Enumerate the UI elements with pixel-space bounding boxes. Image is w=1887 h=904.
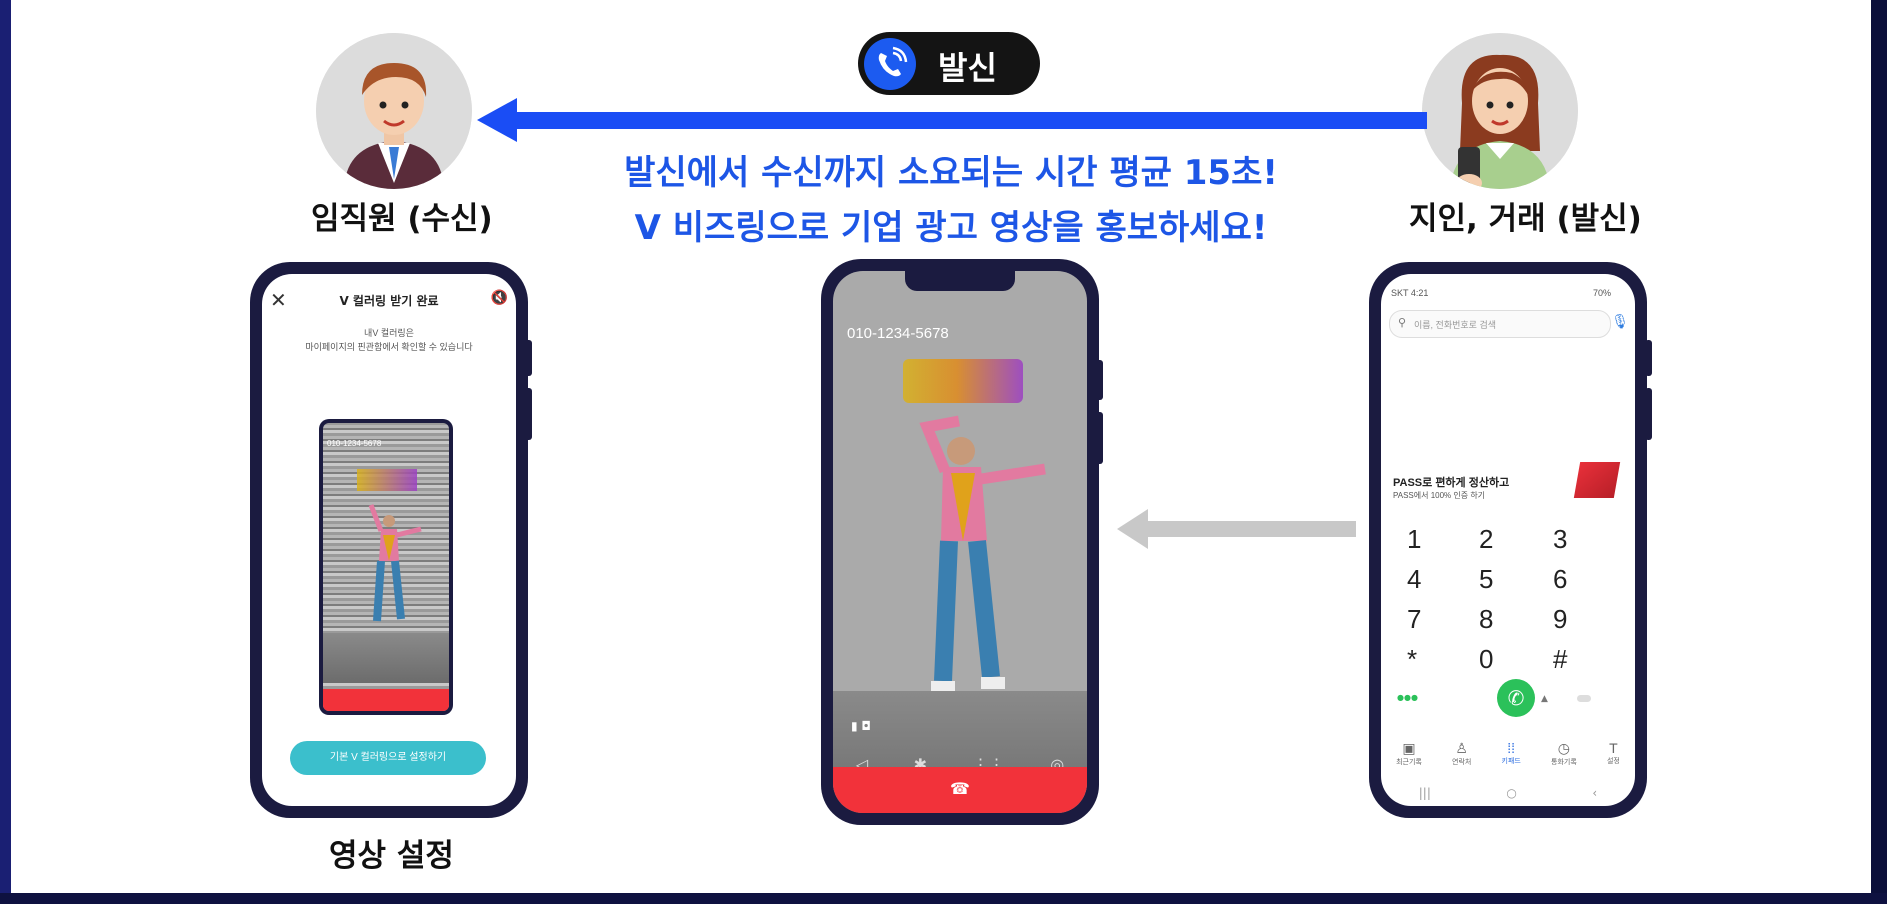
inner-floor xyxy=(323,633,449,683)
bottom-frame-edge xyxy=(0,893,1887,904)
keypad-key[interactable]: 0 xyxy=(1479,644,1493,675)
tab-label: 최근기록 xyxy=(1396,759,1422,766)
caller-label: 지인, 거래 (발신) xyxy=(1409,201,1642,237)
keypad-key[interactable]: * xyxy=(1407,644,1417,675)
tab-icon: ▣ xyxy=(1402,740,1416,756)
home-icon[interactable]: ○ xyxy=(1506,786,1516,800)
incoming-number: 010-1234-5678 xyxy=(847,325,949,342)
keypad-key[interactable]: 3 xyxy=(1553,524,1567,555)
keypad-key[interactable]: 6 xyxy=(1553,564,1567,595)
status-battery: 70% xyxy=(1592,288,1611,298)
keypad-key[interactable]: 5 xyxy=(1479,564,1493,595)
right-frame-edge xyxy=(1871,0,1887,904)
right-phone-screen: SKT 4:21 70% ⚲ 이름, 전화번호로 검색 🎙 PASS로 편하게 … xyxy=(1381,274,1635,806)
tab-label: 통화기록 xyxy=(1551,759,1577,766)
tab-icon: ♙ xyxy=(1455,740,1468,756)
woman-avatar-icon xyxy=(1422,33,1578,189)
right-phone: SKT 4:21 70% ⚲ 이름, 전화번호로 검색 🎙 PASS로 편하게 … xyxy=(1369,262,1647,818)
tab-item[interactable]: T 설정 xyxy=(1607,740,1620,780)
dancer-figure xyxy=(368,504,422,622)
inner-number: 010-1234-5678 xyxy=(327,439,382,448)
recent-apps-icon[interactable]: ||| xyxy=(1419,786,1431,800)
tab-icon: ⁞⁞ xyxy=(1507,740,1516,756)
phone-notch xyxy=(905,271,1015,291)
chevron-up-icon[interactable]: ▲ xyxy=(1541,694,1548,704)
inner-end-call-bar xyxy=(323,689,449,711)
keypad-key[interactable]: 4 xyxy=(1407,564,1421,595)
tab-item[interactable]: ◷ 통화기록 xyxy=(1551,740,1577,780)
outgoing-call-badge: 발신 xyxy=(858,32,1040,95)
tab-item[interactable]: ⁞⁞ 키패드 xyxy=(1502,740,1521,780)
keypad-key[interactable]: 2 xyxy=(1479,524,1493,555)
tab-icon: ◷ xyxy=(1557,740,1570,756)
tab-item[interactable]: ♙ 연락처 xyxy=(1452,740,1471,780)
phone-call-icon xyxy=(864,38,916,90)
call-direction-arrow xyxy=(477,98,1427,142)
graffiti-art xyxy=(903,359,1023,403)
set-default-vring-button[interactable]: 기본 V 컬러링으로 설정하기 xyxy=(290,741,486,775)
banner-subtitle: PASS에서 100% 인증 하기 xyxy=(1393,491,1486,500)
tab-label: 설정 xyxy=(1606,758,1620,765)
canvas: 임직원 (수신) 지인, 거래 (발신) 발신 발신에서 수신까지 소요되는 시… xyxy=(0,0,1887,904)
tab-label: 연락처 xyxy=(1452,759,1472,766)
keypad-key[interactable]: # xyxy=(1553,644,1567,675)
video-setting-caption: 영상 설정 xyxy=(329,838,454,874)
search-input[interactable]: ⚲ 이름, 전화번호로 검색 xyxy=(1389,310,1611,338)
left-frame-edge xyxy=(0,0,11,904)
mic-icon[interactable]: 🎙 xyxy=(1611,314,1629,330)
call-controls: ▮ ◘ xyxy=(851,719,871,733)
headline-line-1: 발신에서 수신까지 소요되는 시간 평균 15초! xyxy=(624,153,1278,193)
banner-image xyxy=(1573,462,1621,498)
keypad-key[interactable]: 8 xyxy=(1479,604,1493,635)
headline-line-2: V 비즈링으로 기업 광고 영상을 홍보하세요! xyxy=(634,208,1268,248)
caller-avatar xyxy=(1422,33,1578,189)
left-phone-desc-1: 내V 컬러링은 xyxy=(364,328,414,338)
left-phone: ✕ 🔇 V 컬러링 받기 완료 내V 컬러링은 마이페이지의 핀관함에서 확인할… xyxy=(250,262,528,818)
search-placeholder: 이름, 전화번호로 검색 xyxy=(1414,320,1497,330)
vring-toggle[interactable]: ●●● xyxy=(1397,693,1418,702)
end-call-icon[interactable]: ☎ xyxy=(833,779,1087,798)
keypad-key[interactable]: 1 xyxy=(1407,524,1421,555)
receiver-label: 임직원 (수신) xyxy=(311,201,493,237)
call-button[interactable]: ✆ xyxy=(1497,679,1535,717)
man-avatar-icon xyxy=(316,33,472,189)
search-icon: ⚲ xyxy=(1398,316,1407,329)
banner-title: PASS로 편하게 정산하고 xyxy=(1393,477,1510,489)
graffiti-art xyxy=(357,469,417,491)
call-badge-label: 발신 xyxy=(938,49,997,87)
keypad-key[interactable]: 9 xyxy=(1553,604,1567,635)
end-call-bar[interactable]: ☎ xyxy=(833,767,1087,813)
keypad-key[interactable]: 7 xyxy=(1407,604,1421,635)
nav-bar: ||| ○ ‹ xyxy=(1381,786,1635,800)
diagram-stage: 임직원 (수신) 지인, 거래 (발신) 발신 발신에서 수신까지 소요되는 시… xyxy=(11,0,1871,893)
inner-video: 010-1234-5678 xyxy=(323,423,449,711)
tab-item[interactable]: ▣ 최근기록 xyxy=(1396,740,1422,780)
backspace-icon[interactable] xyxy=(1577,695,1591,702)
center-phone-screen: 010-1234-5678 ▮ ◘ ◁ ✱ ⋮⋮ ◎ ☎ xyxy=(833,271,1087,813)
bottom-tab-bar: ▣ 최근기록 ♙ 연락처 ⁞⁞ 키패드 ◷ 통화기록 T 설정 xyxy=(1381,740,1635,780)
tab-label: 키패드 xyxy=(1501,758,1521,765)
transfer-arrow xyxy=(1117,509,1356,549)
status-time: SKT 4:21 xyxy=(1391,288,1429,298)
call-icon: ✆ xyxy=(1507,686,1525,710)
center-phone: 010-1234-5678 ▮ ◘ ◁ ✱ ⋮⋮ ◎ ☎ xyxy=(821,259,1099,825)
left-phone-screen: ✕ 🔇 V 컬러링 받기 완료 내V 컬러링은 마이페이지의 핀관함에서 확인할… xyxy=(262,274,516,806)
back-icon[interactable]: ‹ xyxy=(1592,786,1597,800)
left-phone-desc-2: 마이페이지의 핀관함에서 확인할 수 있습니다 xyxy=(305,342,473,352)
tab-icon: T xyxy=(1609,740,1618,756)
left-phone-title: V 컬러링 받기 완료 xyxy=(339,294,439,308)
inner-phone-preview: 010-1234-5678 xyxy=(319,419,453,715)
receiver-avatar xyxy=(316,33,472,189)
dancer-figure xyxy=(919,415,1046,693)
